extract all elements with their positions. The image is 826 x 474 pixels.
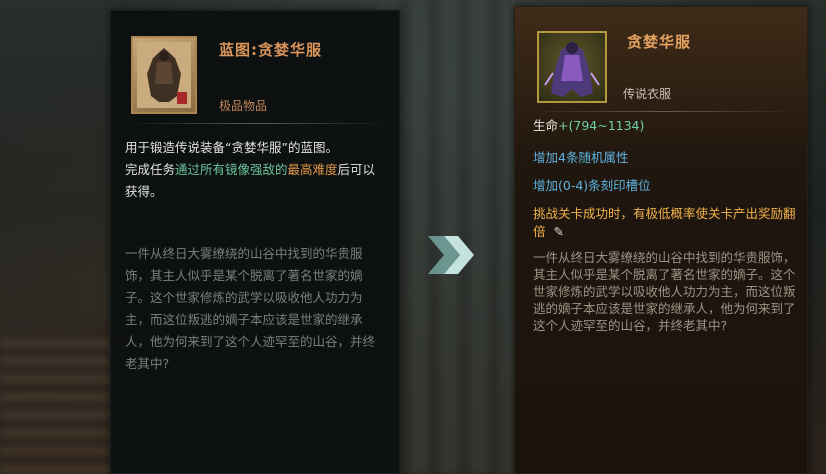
special-effect-text: 挑战关卡成功时，有极低概率使关卡产出奖励翻倍 bbox=[533, 206, 796, 239]
blueprint-armor-icon bbox=[131, 36, 197, 114]
item-type: 传说衣服 bbox=[623, 87, 672, 101]
affix-random-attributes: 增加4条随机属性 bbox=[533, 150, 629, 165]
pencil-icon: ✎ bbox=[553, 224, 564, 239]
quest-requirement: 完成任务通过所有镜像强敌的最高难度后可以获得。 bbox=[125, 159, 387, 203]
stat-range: +(794~1134) bbox=[558, 118, 645, 133]
special-effect: 挑战关卡成功时，有极低概率使关卡产出奖励翻倍 ✎ bbox=[533, 205, 801, 241]
blueprint-description: 用于锻造传说装备“贪婪华服”的蓝图。 bbox=[125, 140, 338, 155]
blueprint-tooltip: 蓝图:贪婪华服 极品物品 用于锻造传说装备“贪婪华服”的蓝图。 完成任务通过所有… bbox=[110, 10, 400, 474]
lore-text: 一件从终日大雾缭绕的山谷中找到的华贵服饰，其主人似乎是某个脱离了著名世家的嫡子。… bbox=[125, 246, 376, 371]
lore-text: 一件从终日大雾缭绕的山谷中找到的华贵服饰，其主人似乎是某个脱离了著名世家的嫡子。… bbox=[533, 250, 796, 333]
quest-condition: 通过所有镜像强敌的 bbox=[175, 162, 288, 177]
item-quality: 极品物品 bbox=[219, 99, 268, 113]
item-title: 贪婪华服 bbox=[627, 33, 692, 51]
divider bbox=[527, 111, 799, 112]
legendary-robe-icon bbox=[537, 31, 607, 103]
double-chevron-right-icon bbox=[422, 232, 478, 278]
stat-label: 生命 bbox=[533, 118, 559, 133]
stat-health: 生命+(794~1134) bbox=[533, 115, 644, 134]
quest-difficulty: 最高难度 bbox=[287, 162, 338, 177]
blueprint-title: 蓝图:贪婪华服 bbox=[219, 41, 322, 59]
divider bbox=[123, 123, 391, 124]
quest-prefix: 完成任务 bbox=[125, 162, 176, 177]
legendary-item-tooltip: 贪婪华服 传说衣服 生命+(794~1134) 增加4条随机属性 增加(0-4)… bbox=[514, 6, 808, 474]
affix-inscription-slots: 增加(0-4)条刻印槽位 bbox=[533, 178, 651, 193]
